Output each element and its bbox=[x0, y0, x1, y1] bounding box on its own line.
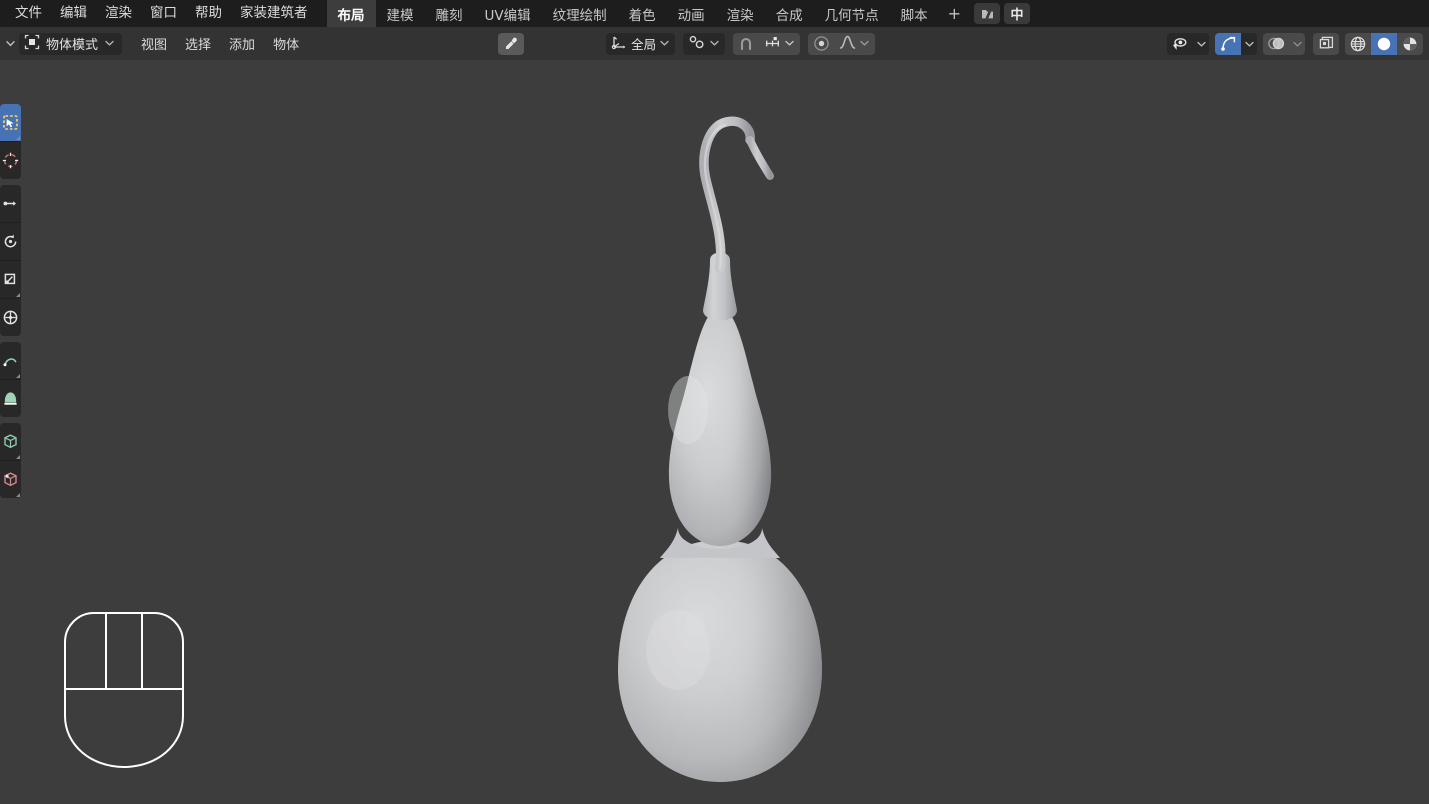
topbar-right-controls: 中 bbox=[974, 3, 1031, 24]
object-visibility-icon[interactable] bbox=[1167, 33, 1193, 55]
snap-to-dropdown[interactable] bbox=[759, 32, 801, 55]
chevron-down-icon bbox=[859, 40, 870, 48]
viewport-shading-group bbox=[1345, 32, 1423, 55]
select-menu[interactable]: 选择 bbox=[176, 33, 220, 55]
scene-collection-icon[interactable] bbox=[974, 3, 1001, 24]
workspace-tab-sculpting[interactable]: 雕刻 bbox=[425, 0, 474, 27]
chevron-down-icon bbox=[784, 40, 795, 48]
chevron-down-icon bbox=[659, 40, 670, 48]
tool-move[interactable] bbox=[0, 185, 21, 223]
gourd-lower-highlight bbox=[646, 610, 710, 690]
workspace-tab-modeling[interactable]: 建模 bbox=[376, 0, 425, 27]
menu-file[interactable]: 文件 bbox=[6, 3, 51, 24]
editor-type-chevron-icon[interactable] bbox=[6, 40, 19, 47]
tool-group-select bbox=[0, 104, 21, 179]
chevron-down-icon[interactable] bbox=[1241, 33, 1257, 55]
add-menu[interactable]: 添加 bbox=[220, 33, 264, 55]
top-menu-bar: 文件 编辑 渲染 窗口 帮助 家装建筑者 布局 建模 雕刻 UV编辑 纹理绘制 … bbox=[0, 0, 1429, 27]
tool-annotate[interactable] bbox=[0, 342, 21, 380]
object-mode-label: 物体模式 bbox=[46, 38, 99, 53]
workspace-tab-layout[interactable]: 布局 bbox=[326, 0, 376, 27]
transform-orientation-icon bbox=[611, 34, 628, 54]
workspace-tab-texture-paint[interactable]: 纹理绘制 bbox=[542, 0, 618, 27]
pivot-point-dropdown[interactable] bbox=[683, 32, 726, 55]
viewport-3d[interactable] bbox=[0, 60, 1429, 804]
tool-group-transform bbox=[0, 185, 21, 336]
menu-archipack[interactable]: 家装建筑者 bbox=[231, 3, 317, 24]
workspace-tab-compositing[interactable]: 合成 bbox=[765, 0, 814, 27]
tool-submenu-corner[interactable] bbox=[16, 293, 20, 297]
workspace-tab-rendering[interactable]: 渲染 bbox=[716, 0, 765, 27]
transform-orientation-label: 全局 bbox=[631, 37, 657, 52]
magnet-icon[interactable] bbox=[733, 32, 760, 55]
proportional-falloff-dropdown[interactable] bbox=[834, 32, 876, 55]
menu-help[interactable]: 帮助 bbox=[186, 3, 231, 24]
viewport-header-bar: 物体模式 视图 选择 添加 物体 全局 bbox=[0, 27, 1429, 60]
chevron-down-icon[interactable] bbox=[1289, 33, 1305, 55]
gourd-calabash-model[interactable] bbox=[560, 110, 880, 804]
snap-increment-icon bbox=[764, 34, 781, 54]
menu-edit[interactable]: 编辑 bbox=[51, 3, 96, 24]
shading-material-preview-icon[interactable] bbox=[1397, 33, 1423, 55]
gizmo-icon[interactable] bbox=[1215, 32, 1241, 55]
gizmo-dropdown[interactable] bbox=[1215, 32, 1257, 55]
overlays-dropdown[interactable] bbox=[1263, 32, 1305, 55]
workspace-tab-animation[interactable]: 动画 bbox=[667, 0, 716, 27]
tool-submenu-corner[interactable] bbox=[16, 136, 20, 140]
workspace-tab-shading[interactable]: 着色 bbox=[618, 0, 667, 27]
falloff-curve-icon bbox=[839, 34, 856, 54]
menu-window[interactable]: 窗口 bbox=[141, 3, 186, 24]
tool-transform[interactable] bbox=[0, 299, 21, 336]
tool-rotate[interactable] bbox=[0, 223, 21, 261]
viewport-toolbar bbox=[0, 104, 21, 504]
shading-wireframe-icon[interactable] bbox=[1345, 33, 1371, 55]
shading-solid-icon[interactable] bbox=[1371, 32, 1397, 55]
gourd-upper-highlight bbox=[668, 376, 708, 444]
tool-cursor[interactable] bbox=[0, 142, 21, 179]
object-visibility-dropdown[interactable] bbox=[1167, 32, 1209, 55]
menu-render[interactable]: 渲染 bbox=[96, 3, 141, 24]
tool-select-box[interactable] bbox=[0, 104, 21, 142]
xray-toggle-icon[interactable] bbox=[1313, 32, 1339, 55]
chevron-down-icon bbox=[709, 40, 720, 48]
chevron-down-icon bbox=[104, 40, 115, 48]
chevron-down-icon[interactable] bbox=[1193, 33, 1209, 55]
proportional-edit-icon[interactable] bbox=[808, 32, 835, 55]
workspace-tabs: 布局 建模 雕刻 UV编辑 纹理绘制 着色 动画 渲染 合成 几何节点 脚本 + bbox=[326, 0, 971, 27]
blender-window: 文件 编辑 渲染 窗口 帮助 家装建筑者 布局 建模 雕刻 UV编辑 纹理绘制 … bbox=[0, 0, 1429, 804]
add-workspace-button[interactable]: + bbox=[939, 0, 970, 27]
workspace-tab-uv-editing[interactable]: UV编辑 bbox=[474, 0, 542, 27]
tool-measure[interactable] bbox=[0, 380, 21, 417]
tool-submenu-corner[interactable] bbox=[16, 493, 20, 497]
tool-group-primitives bbox=[0, 423, 21, 498]
pivot-point-icon bbox=[688, 34, 706, 54]
object-mode-icon bbox=[24, 34, 40, 54]
tool-scale[interactable] bbox=[0, 261, 21, 299]
gourd-stem-hook-tip bbox=[746, 136, 774, 180]
ime-indicator[interactable]: 中 bbox=[1004, 3, 1031, 24]
mouse-gizmo-overlay bbox=[64, 612, 184, 769]
tool-group-annotate bbox=[0, 342, 21, 417]
overlays-icon[interactable] bbox=[1263, 33, 1289, 55]
workspace-tab-scripting[interactable]: 脚本 bbox=[890, 0, 939, 27]
transform-orientation-dropdown[interactable]: 全局 bbox=[606, 32, 676, 55]
eyedropper-icon[interactable] bbox=[498, 32, 525, 55]
tool-submenu-corner[interactable] bbox=[16, 374, 20, 378]
tool-submenu-corner[interactable] bbox=[16, 455, 20, 459]
tool-edit-cube[interactable] bbox=[0, 461, 21, 498]
workspace-tab-geometry-nodes[interactable]: 几何节点 bbox=[814, 0, 890, 27]
tool-add-cube[interactable] bbox=[0, 423, 21, 461]
object-menu[interactable]: 物体 bbox=[264, 33, 308, 55]
object-mode-dropdown[interactable]: 物体模式 bbox=[19, 32, 123, 55]
view-menu[interactable]: 视图 bbox=[132, 33, 176, 55]
